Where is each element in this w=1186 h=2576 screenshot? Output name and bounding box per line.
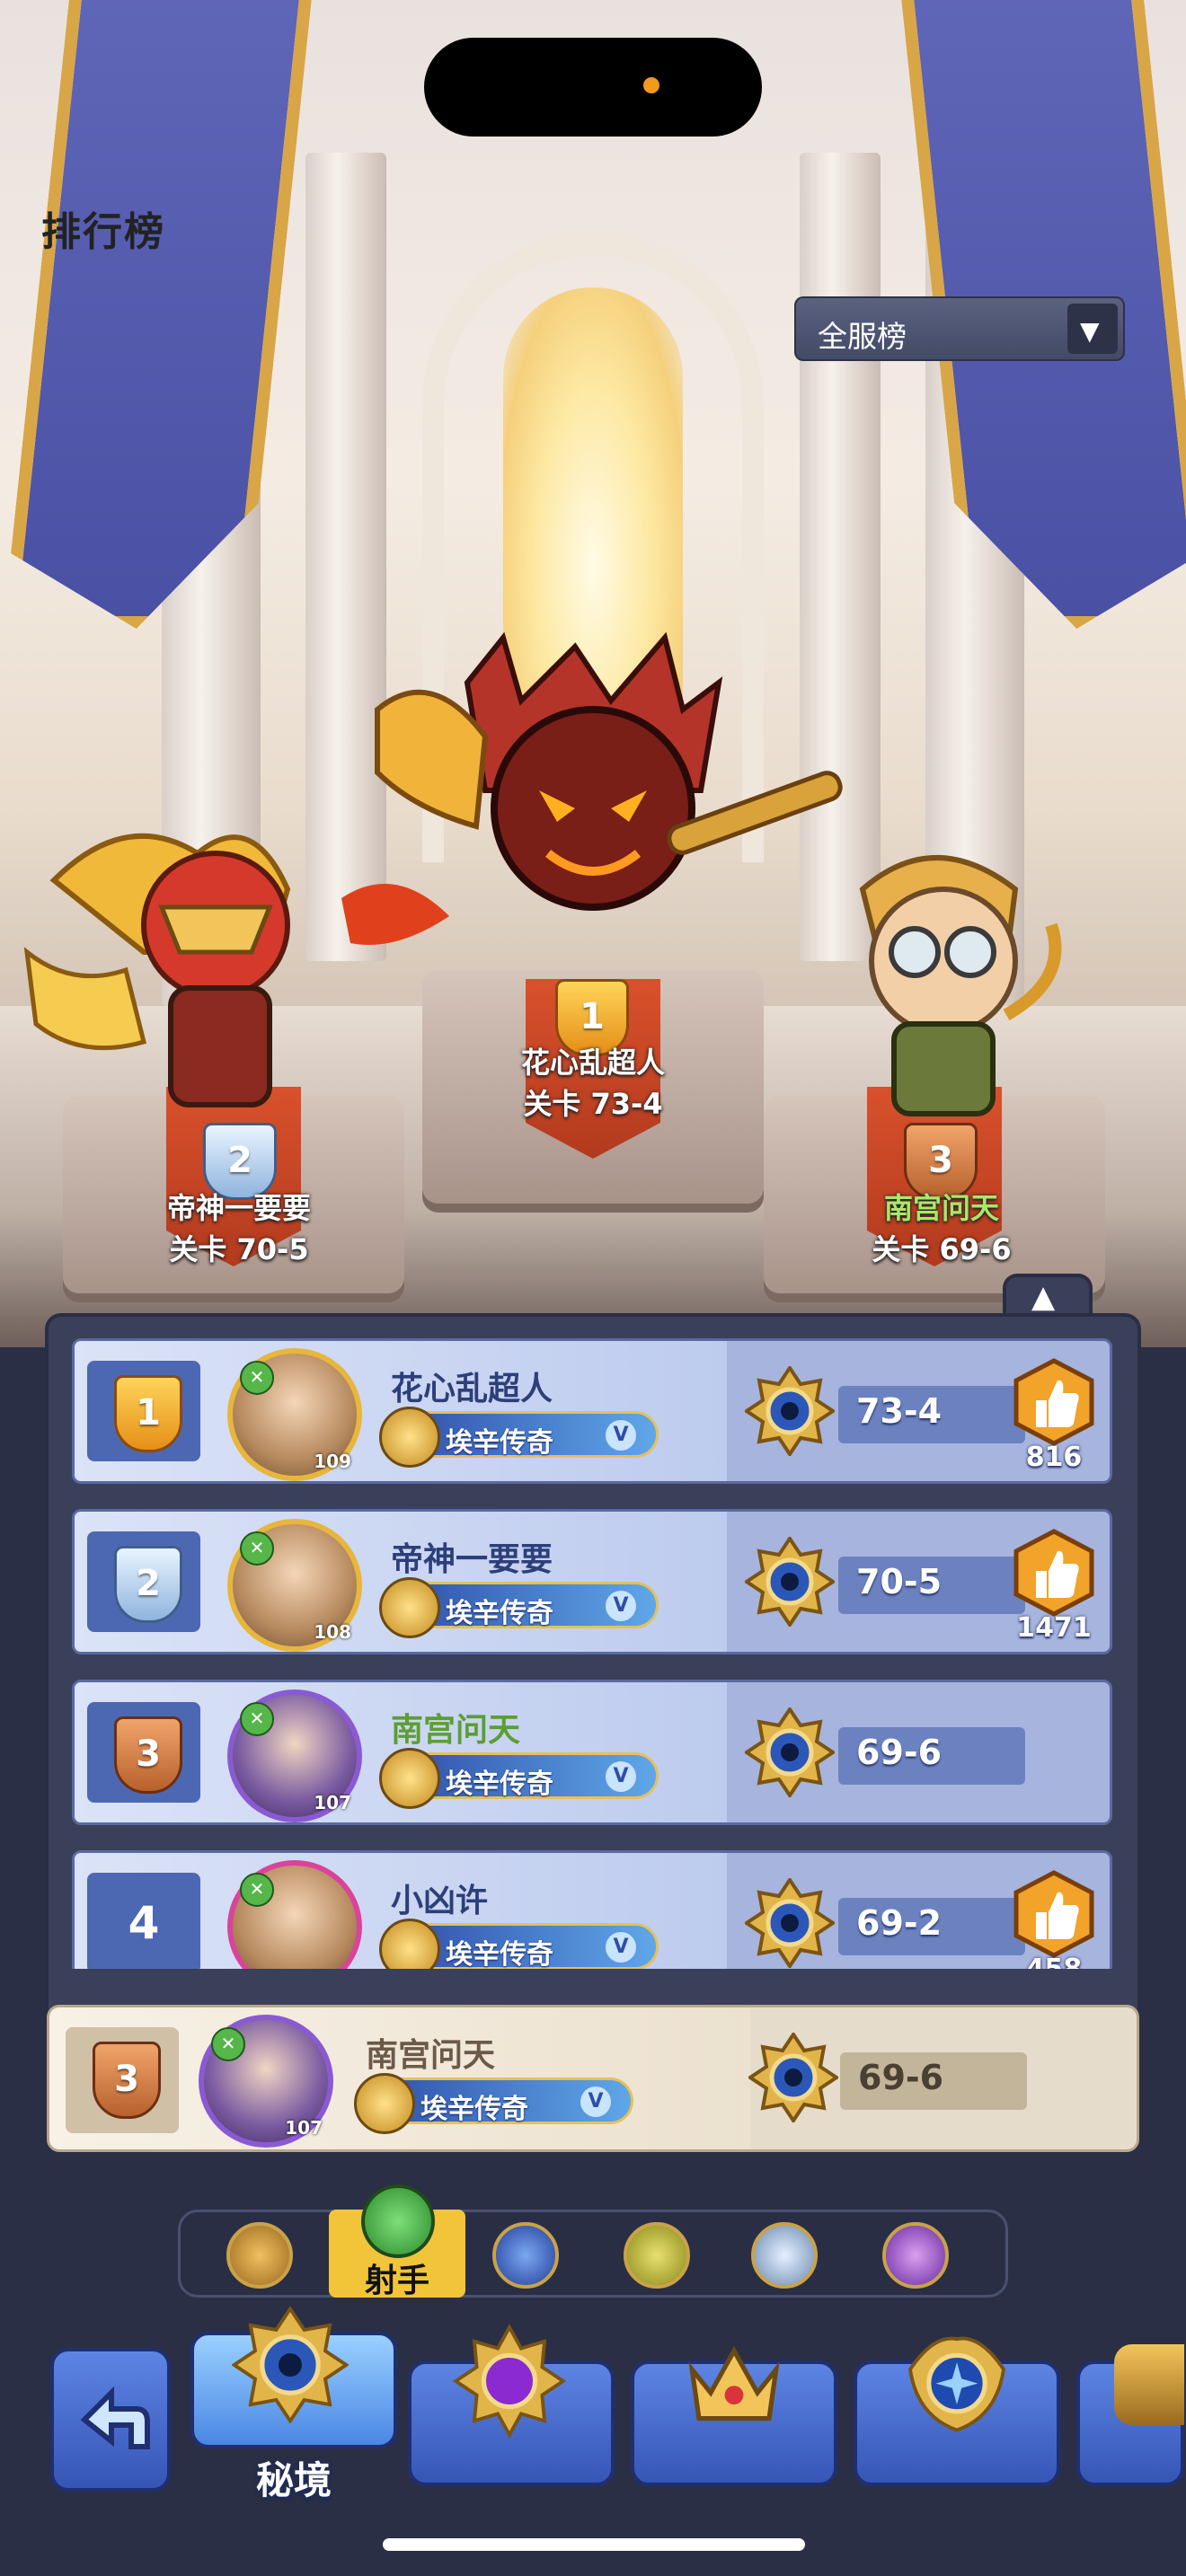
server-scope-value: 全服榜	[818, 319, 907, 354]
like-thumb-icon[interactable]	[1009, 1357, 1099, 1447]
player-level: 107	[285, 2117, 323, 2139]
title-emblem-icon	[379, 1577, 440, 1638]
player-name: 南宫问天	[366, 2037, 496, 2074]
secret-realm-medal-icon	[745, 1537, 835, 1627]
banner-left	[3, 0, 312, 629]
avatar[interactable]: ✕ 107	[227, 1689, 362, 1822]
title-tag: 埃辛传奇 V	[379, 1748, 659, 1809]
avatar[interactable]: ✕ 107	[199, 2015, 333, 2148]
class-badge-icon: ✕	[240, 1702, 274, 1736]
player-level: 109	[314, 1451, 351, 1472]
like-count: 816	[1025, 1442, 1083, 1473]
stage-score: 69-6	[840, 2052, 1027, 2110]
secret-realm-medal-icon	[745, 1707, 835, 1797]
stage-score: 69-2	[838, 1898, 1025, 1955]
assassin-icon[interactable]	[624, 2222, 690, 2289]
back-icon	[80, 2386, 150, 2449]
podium-rank-2-stage: 关卡 70-5	[169, 1232, 309, 1266]
home-indicator	[383, 2538, 805, 2551]
podium-rank-2-badge: 2	[203, 1123, 277, 1200]
rank-shield-icon: 3	[114, 1716, 182, 1794]
like-count: 458	[991, 1954, 1110, 1969]
class-badge-icon: ✕	[240, 1531, 274, 1566]
like-count: 1471	[1016, 1612, 1092, 1644]
player-name: 花心乱超人	[391, 1371, 553, 1407]
like-thumb-icon[interactable]	[1009, 1869, 1099, 1959]
player-name: 小凶许	[391, 1883, 489, 1919]
tab-secret-realm-label: 秘境	[255, 2458, 332, 2502]
like-thumb-icon[interactable]	[1009, 1528, 1099, 1618]
my-rank-row[interactable]: 3 ✕ 107 南宫问天 埃辛传奇 V 69-6	[47, 2005, 1139, 2152]
mage-icon[interactable]	[492, 2222, 559, 2289]
title-tag: 埃辛传奇 V	[354, 2073, 633, 2134]
podium-rank-1-stage: 关卡 73-4	[523, 1087, 663, 1121]
class-badge-icon: ✕	[211, 2027, 245, 2061]
title-tag: 埃辛传奇 V	[379, 1919, 659, 1969]
secret-realm-medal-icon	[745, 1878, 835, 1968]
camera-notch	[424, 38, 762, 137]
hero-goggled-engineer	[859, 855, 1062, 1116]
partial-tab-icon	[1114, 2344, 1184, 2425]
avatar[interactable]: ✕ 109	[227, 1348, 362, 1481]
podium-rank-3-badge: 3	[904, 1123, 978, 1200]
stage-score: 73-4	[838, 1386, 1025, 1443]
title-tag: 埃辛传奇 V	[379, 1577, 659, 1638]
chevron-up-icon: ▲	[1031, 1279, 1056, 1315]
blue-star-icon	[907, 2336, 1006, 2432]
leaderboard-row[interactable]: 2 ✕ 108 帝神一要要 埃辛传奇 V 70-5 1471	[72, 1509, 1112, 1654]
page-title: 排行榜	[41, 209, 165, 255]
secret-realm-medal-icon	[748, 2033, 838, 2122]
class-badge-icon: ✕	[240, 1361, 274, 1395]
rank-shield-icon: 1	[114, 1375, 182, 1452]
rank-shield-icon: 3	[93, 2042, 161, 2119]
support-icon[interactable]	[751, 2222, 818, 2289]
dropdown-arrow-icon: ▼	[1067, 304, 1118, 354]
podium-rank-1-name: 花心乱超人	[520, 1045, 665, 1080]
summoner-icon[interactable]	[882, 2222, 949, 2289]
class-badge-icon: ✕	[240, 1873, 274, 1907]
rank-shield-icon: 2	[114, 1546, 182, 1623]
row-4-clip: 4 ✕ 小凶许 埃辛传奇 V 69-2 458	[72, 1850, 1112, 1969]
leaderboard-row[interactable]: 1 ✕ 109 花心乱超人 埃辛传奇 V 73-4 816	[72, 1338, 1112, 1484]
title-emblem-icon	[379, 1748, 440, 1809]
warrior-icon[interactable]	[226, 2222, 293, 2289]
player-level: 108	[314, 1621, 351, 1643]
avatar[interactable]: ✕ 108	[227, 1519, 362, 1652]
stage-score: 70-5	[838, 1557, 1025, 1614]
title-emblem-icon	[379, 1919, 440, 1969]
podium-rank-2-name: 帝神一要要	[166, 1191, 311, 1225]
secret-realm-medal-icon	[745, 1366, 835, 1456]
crown-icon	[688, 2345, 780, 2422]
hero-golden-warrior	[23, 833, 291, 1107]
leaderboard-row[interactable]: 4 ✕ 小凶许 埃辛传奇 V 69-2 458	[72, 1850, 1112, 1969]
player-name: 帝神一要要	[391, 1541, 553, 1578]
podium-rank-3-stage: 关卡 69-6	[872, 1232, 1012, 1266]
purple-orb-icon	[452, 2324, 567, 2439]
leaderboard-row[interactable]: 3 ✕ 107 南宫问天 埃辛传奇 V 69-6	[72, 1680, 1112, 1825]
class-tab-archer-label[interactable]: 射手	[329, 2254, 465, 2301]
archer-icon[interactable]	[361, 2184, 435, 2258]
server-scope-dropdown[interactable]: 全服榜 ▼	[794, 296, 1125, 361]
rank-number: 4	[128, 1897, 160, 1949]
stage-score: 69-6	[838, 1727, 1025, 1785]
title-emblem-icon	[379, 1407, 440, 1468]
title-emblem-icon	[354, 2073, 415, 2134]
arena-background	[0, 0, 1186, 1347]
secret-realm-icon	[232, 2307, 349, 2423]
podium-rank-3-name: 南宫问天	[883, 1191, 999, 1225]
player-level: 107	[314, 1792, 351, 1813]
hero-demon-knight	[341, 631, 843, 945]
back-button[interactable]	[50, 2348, 171, 2492]
player-name: 南宫问天	[391, 1712, 521, 1749]
title-tag: 埃辛传奇 V	[379, 1407, 659, 1468]
